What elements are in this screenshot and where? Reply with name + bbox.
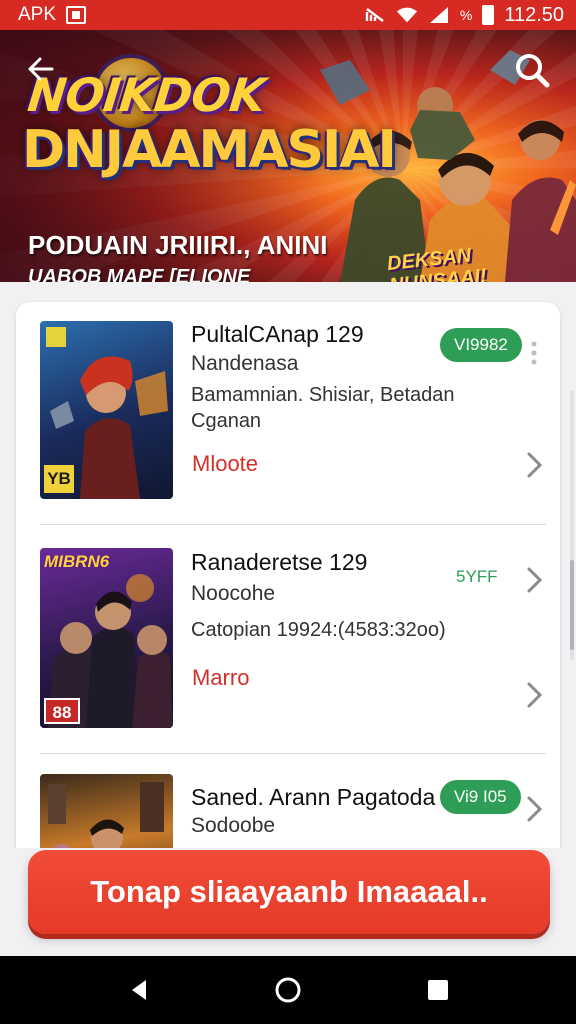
app-list-card: YB PultalCAnap 129 Nandenasa Bamamnian. … [16,302,560,922]
square-recents-icon[interactable] [422,974,454,1006]
circle-home-icon[interactable] [272,974,304,1006]
search-button[interactable] [512,50,552,90]
item-description-line1: Bamamnian. Shisiar, Betadan [191,384,455,406]
apk-label: APK [18,4,57,25]
system-nav-bar [0,956,576,1024]
app-notification-icon [66,6,87,24]
chevron-right-icon[interactable] [522,794,546,824]
hero-title-line2: DNJAAMASIAI [22,120,397,180]
wifi-icon [396,7,417,23]
version-badge: Vi9 I05 [440,780,521,814]
chevron-right-icon[interactable] [522,450,546,480]
item-title: PultalCAnap 129 [191,321,364,347]
battery-icon [482,5,495,25]
primary-cta-button[interactable]: Tonap sliaayaanb Imaaaal.. [28,850,550,934]
item-subtitle: Noocohe [191,582,276,605]
item-description: Bamamnian. Shisiar, Betadan Cganan [191,382,491,434]
thumbnail-title: MIBRN6 [44,552,110,571]
app-thumbnail: YB [40,321,173,499]
item-title: Ranaderetse 129 [191,549,368,575]
app-thumbnail: MIBRN6 88 [40,548,173,728]
item-subtitle: Sodoobe [191,814,276,837]
version-badge: VI9982 [440,328,522,362]
hero-title-line1: NOIKDOK [25,68,268,122]
hero-subtitle-1: PODUAIN JRIIIRI., ANINI [28,230,328,260]
status-bar: APK % 112.50 [0,0,576,30]
chevron-right-icon[interactable] [522,680,546,710]
item-title: Saned. Arann Pagatoda [191,784,436,810]
status-left: APK [18,4,87,26]
rating-badge: YB [44,465,74,493]
arrow-left-icon [28,57,54,81]
back-button[interactable] [26,54,60,88]
version-label: 5YFF [456,567,498,586]
status-right: % 112.50 [364,4,564,27]
scrollbar-thumb[interactable] [570,560,574,650]
status-time: 112.50 [504,3,564,26]
percent-icon: % [459,7,473,23]
item-description-line2: Cganan [191,410,262,432]
no-sim-icon [365,8,384,22]
rating-badge: 88 [44,698,80,724]
triangle-back-icon[interactable] [124,974,156,1006]
signal-icon [429,7,448,23]
chevron-right-icon[interactable] [522,565,546,595]
item-more-link[interactable]: Mloote [192,451,258,477]
hero-subtitle-2: UABOB MAPF [ELIONE [28,266,251,282]
more-vert-icon[interactable] [530,340,538,366]
item-more-link[interactable]: Marro [192,665,249,691]
list-item[interactable]: MIBRN6 88 Ranaderetse 129 Noocohe Catopi… [16,525,560,753]
search-icon [516,54,550,88]
item-description: Catopian 19924:(4583:32oo) [191,619,446,641]
list-item[interactable]: YB PultalCAnap 129 Nandenasa Bamamnian. … [16,302,560,524]
hero-banner: NOIKDOK DNJAAMASIAI PODUAIN JRIIIRI., AN… [0,30,576,282]
item-subtitle: Nandenasa [191,352,299,375]
